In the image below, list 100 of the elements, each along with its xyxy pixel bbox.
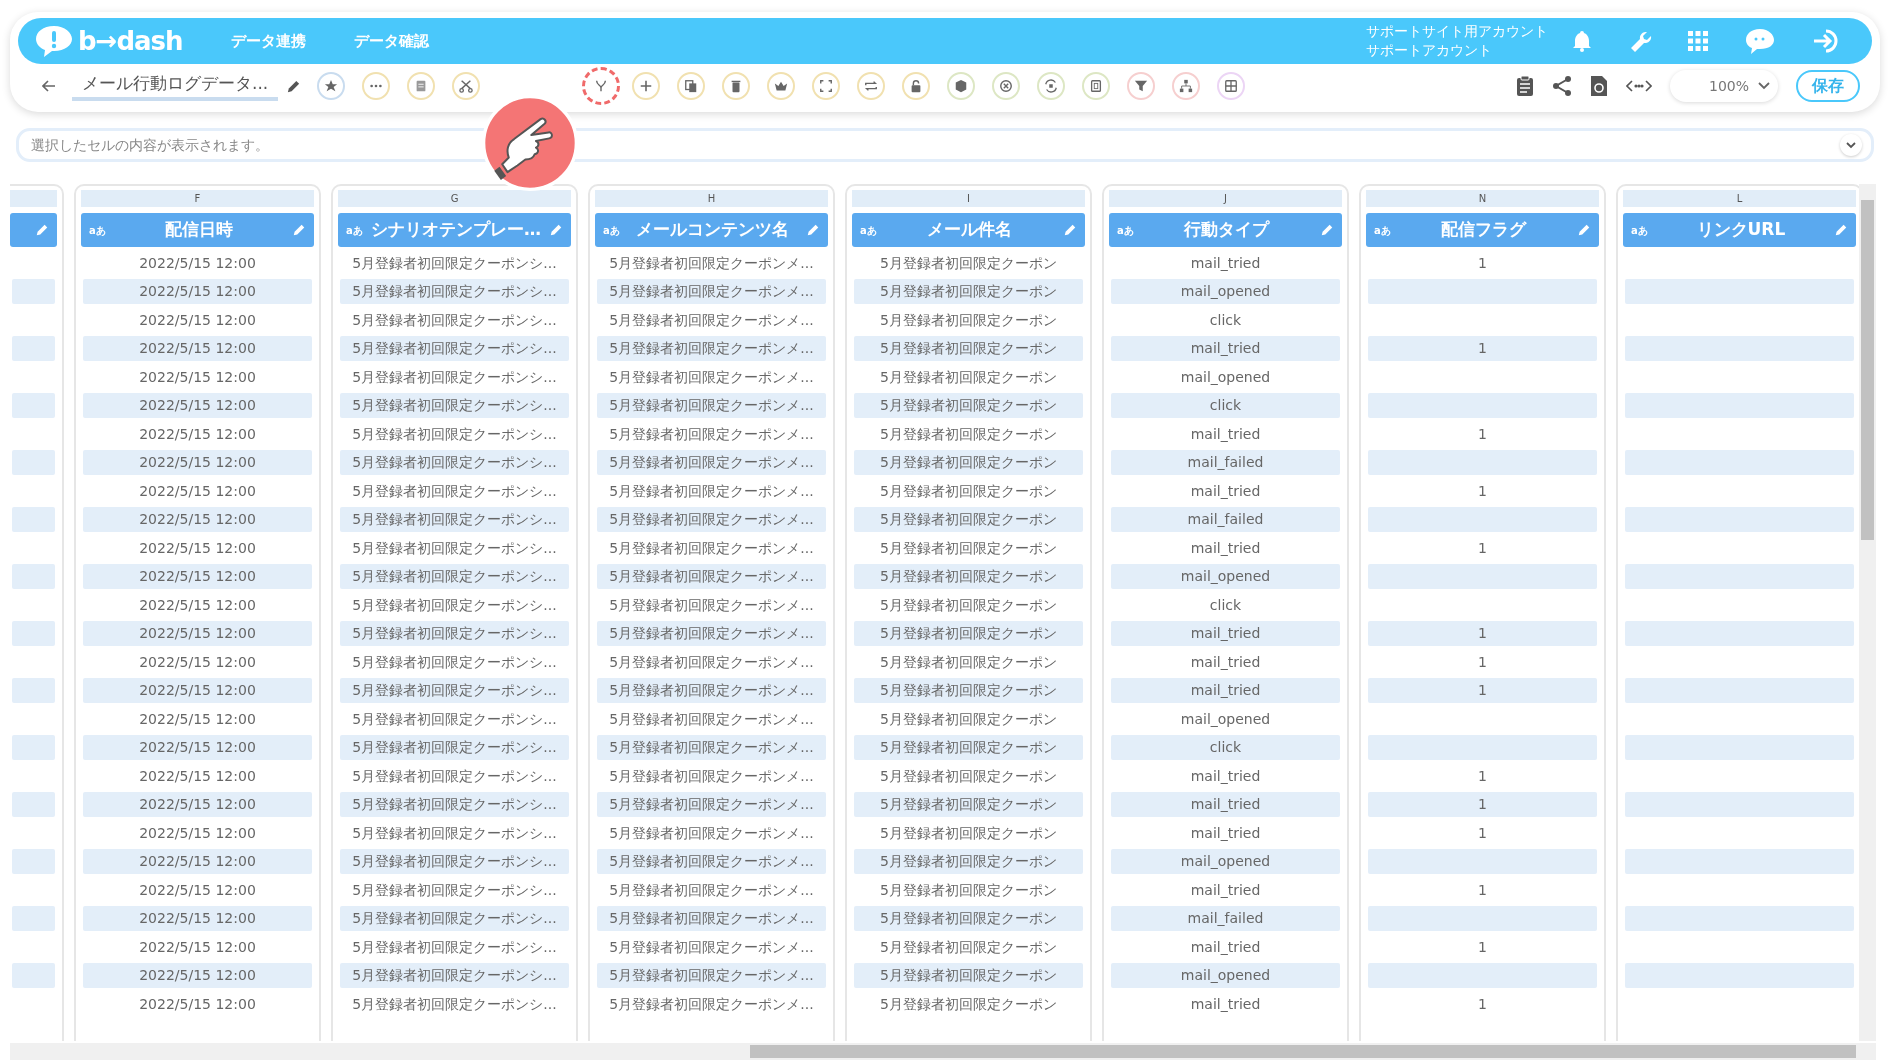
expand-tool-button[interactable] bbox=[812, 72, 841, 100]
table-cell[interactable]: 5月登録者初回限定クーポン bbox=[854, 250, 1083, 276]
table-cell[interactable]: 5月登録者初回限定クーポン bbox=[854, 678, 1083, 703]
lock-tool-button[interactable] bbox=[902, 72, 931, 100]
cell-content-field[interactable]: 選択したセルの内容が表示されます。 bbox=[16, 128, 1874, 162]
table-cell[interactable]: mail_tried bbox=[1111, 250, 1340, 276]
table-cell[interactable]: 5月登録者初回限定クーポンメ... bbox=[597, 934, 826, 960]
table-cell[interactable]: click bbox=[1111, 307, 1340, 333]
table-cell[interactable]: 1 bbox=[1368, 991, 1597, 1017]
table-cell[interactable]: 2022/5/15 12:00 bbox=[83, 364, 312, 390]
table-cell[interactable]: 5月登録者初回限定クーポンメ... bbox=[597, 792, 826, 817]
table-cell[interactable]: 5月登録者初回限定クーポンシ... bbox=[340, 792, 569, 817]
table-cell[interactable]: 5月登録者初回限定クーポンメ... bbox=[597, 421, 826, 447]
table-cell[interactable]: click bbox=[1111, 393, 1340, 418]
table-cell[interactable]: 5月登録者初回限定クーポン bbox=[854, 763, 1083, 789]
repeat-tool-button[interactable] bbox=[857, 72, 886, 100]
table-cell[interactable]: mail_opened bbox=[1111, 963, 1340, 988]
bell-icon[interactable] bbox=[1572, 30, 1592, 52]
table-cell[interactable] bbox=[1625, 906, 1854, 931]
table-cell[interactable]: 2022/5/15 12:00 bbox=[83, 478, 312, 504]
table-cell[interactable]: 5月登録者初回限定クーポンメ... bbox=[597, 393, 826, 418]
vertical-scrollbar[interactable] bbox=[1859, 184, 1876, 1041]
table-cell[interactable] bbox=[1368, 564, 1597, 589]
table-cell[interactable] bbox=[1625, 450, 1854, 475]
table-cell[interactable]: 5月登録者初回限定クーポン bbox=[854, 478, 1083, 504]
horizontal-scrollbar[interactable] bbox=[10, 1043, 1876, 1060]
table-cell[interactable]: 5月登録者初回限定クーポンメ... bbox=[597, 849, 826, 874]
clipboard-icon[interactable] bbox=[1516, 75, 1534, 97]
table-cell[interactable]: 1 bbox=[1368, 820, 1597, 846]
code-brackets-icon[interactable] bbox=[1626, 79, 1652, 93]
table-cell[interactable]: 5月登録者初回限定クーポンメ... bbox=[597, 678, 826, 703]
table-cell[interactable]: 2022/5/15 12:00 bbox=[83, 621, 312, 646]
table-cell[interactable]: 5月登録者初回限定クーポン bbox=[854, 564, 1083, 589]
plus-tool-button[interactable] bbox=[632, 72, 661, 100]
table-cell[interactable] bbox=[1625, 621, 1854, 646]
table-cell[interactable]: mail_tried bbox=[1111, 421, 1340, 447]
table-cell[interactable]: 2022/5/15 12:00 bbox=[83, 906, 312, 931]
table-cell[interactable]: mail_tried bbox=[1111, 649, 1340, 675]
table-cell[interactable]: mail_tried bbox=[1111, 991, 1340, 1017]
table-cell[interactable]: mail_opened bbox=[1111, 564, 1340, 589]
table-cell[interactable]: 5月登録者初回限定クーポンシ... bbox=[340, 421, 569, 447]
table-cell[interactable]: 2022/5/15 12:00 bbox=[83, 735, 312, 760]
table-cell[interactable]: 5月登録者初回限定クーポンシ... bbox=[340, 621, 569, 646]
dataset-title[interactable]: メール行動ログデータ... bbox=[72, 71, 279, 101]
table-cell[interactable]: 5月登録者初回限定クーポンシ... bbox=[340, 877, 569, 903]
table-cell[interactable]: 2022/5/15 12:00 bbox=[83, 535, 312, 561]
table-cell[interactable]: 5月登録者初回限定クーポンシ... bbox=[340, 763, 569, 789]
table-cell[interactable]: 5月登録者初回限定クーポンシ... bbox=[340, 535, 569, 561]
table-cell[interactable]: mail_tried bbox=[1111, 678, 1340, 703]
table-cell[interactable]: 5月登録者初回限定クーポン bbox=[854, 820, 1083, 846]
table-cell[interactable]: 5月登録者初回限定クーポンメ... bbox=[597, 279, 826, 304]
table-cell[interactable]: 5月登録者初回限定クーポンシ... bbox=[340, 478, 569, 504]
table-cell[interactable]: 2022/5/15 12:00 bbox=[83, 507, 312, 532]
table-cell[interactable]: mail_tried bbox=[1111, 621, 1340, 646]
table-cell[interactable] bbox=[1625, 963, 1854, 988]
table-cell[interactable]: mail_tried bbox=[1111, 763, 1340, 789]
table-cell[interactable]: 5月登録者初回限定クーポンメ... bbox=[597, 478, 826, 504]
table-cell[interactable]: 2022/5/15 12:00 bbox=[83, 849, 312, 874]
table-cell[interactable]: 5月登録者初回限定クーポンメ... bbox=[597, 307, 826, 333]
column-header[interactable] bbox=[10, 213, 57, 247]
table-cell[interactable]: mail_tried bbox=[1111, 535, 1340, 561]
table-cell[interactable] bbox=[1625, 279, 1854, 304]
table-cell[interactable]: 5月登録者初回限定クーポン bbox=[854, 991, 1083, 1017]
box-tool-button[interactable] bbox=[947, 72, 976, 100]
hierarchy-tool-button[interactable] bbox=[1172, 72, 1201, 100]
table-cell[interactable]: 5月登録者初回限定クーポンメ... bbox=[597, 621, 826, 646]
table-cell[interactable]: 5月登録者初回限定クーポンシ... bbox=[340, 963, 569, 988]
table-cell[interactable] bbox=[1625, 507, 1854, 532]
table-cell[interactable]: 5月登録者初回限定クーポン bbox=[854, 507, 1083, 532]
table-cell[interactable] bbox=[1625, 792, 1854, 817]
table-grid-tool-button[interactable] bbox=[1217, 72, 1246, 100]
table-cell[interactable]: 5月登録者初回限定クーポンシ... bbox=[340, 307, 569, 333]
table-cell[interactable]: 5月登録者初回限定クーポン bbox=[854, 735, 1083, 760]
table-cell[interactable]: 5月登録者初回限定クーポンメ... bbox=[597, 592, 826, 618]
table-cell[interactable]: mail_opened bbox=[1111, 706, 1340, 732]
table-cell[interactable]: 5月登録者初回限定クーポンメ... bbox=[597, 706, 826, 732]
table-cell[interactable]: mail_failed bbox=[1111, 906, 1340, 931]
table-cell[interactable]: mail_failed bbox=[1111, 450, 1340, 475]
table-cell[interactable]: mail_tried bbox=[1111, 336, 1340, 361]
table-cell[interactable]: mail_tried bbox=[1111, 934, 1340, 960]
table-cell[interactable]: 5月登録者初回限定クーポン bbox=[854, 621, 1083, 646]
pencil-icon[interactable] bbox=[286, 78, 302, 94]
table-cell[interactable]: 1 bbox=[1368, 678, 1597, 703]
table-cell[interactable]: 5月登録者初回限定クーポンメ... bbox=[597, 906, 826, 931]
table-cell[interactable]: 1 bbox=[1368, 336, 1597, 361]
back-arrow-icon[interactable] bbox=[42, 80, 56, 92]
table-cell[interactable]: mail_opened bbox=[1111, 849, 1340, 874]
table-cell[interactable]: mail_opened bbox=[1111, 364, 1340, 390]
table-cell[interactable]: 5月登録者初回限定クーポンメ... bbox=[597, 963, 826, 988]
table-cell[interactable]: 1 bbox=[1368, 535, 1597, 561]
table-cell[interactable]: 5月登録者初回限定クーポンメ... bbox=[597, 649, 826, 675]
table-cell[interactable] bbox=[1625, 849, 1854, 874]
table-cell[interactable]: 5月登録者初回限定クーポンメ... bbox=[597, 735, 826, 760]
table-cell[interactable]: 5月登録者初回限定クーポンシ... bbox=[340, 279, 569, 304]
table-cell[interactable]: 2022/5/15 12:00 bbox=[83, 450, 312, 475]
table-cell[interactable]: 1 bbox=[1368, 621, 1597, 646]
table-cell[interactable]: 5月登録者初回限定クーポンシ... bbox=[340, 906, 569, 931]
table-cell[interactable]: 5月登録者初回限定クーポン bbox=[854, 336, 1083, 361]
table-cell[interactable]: 5月登録者初回限定クーポンメ... bbox=[597, 820, 826, 846]
table-cell[interactable]: 5月登録者初回限定クーポン bbox=[854, 364, 1083, 390]
